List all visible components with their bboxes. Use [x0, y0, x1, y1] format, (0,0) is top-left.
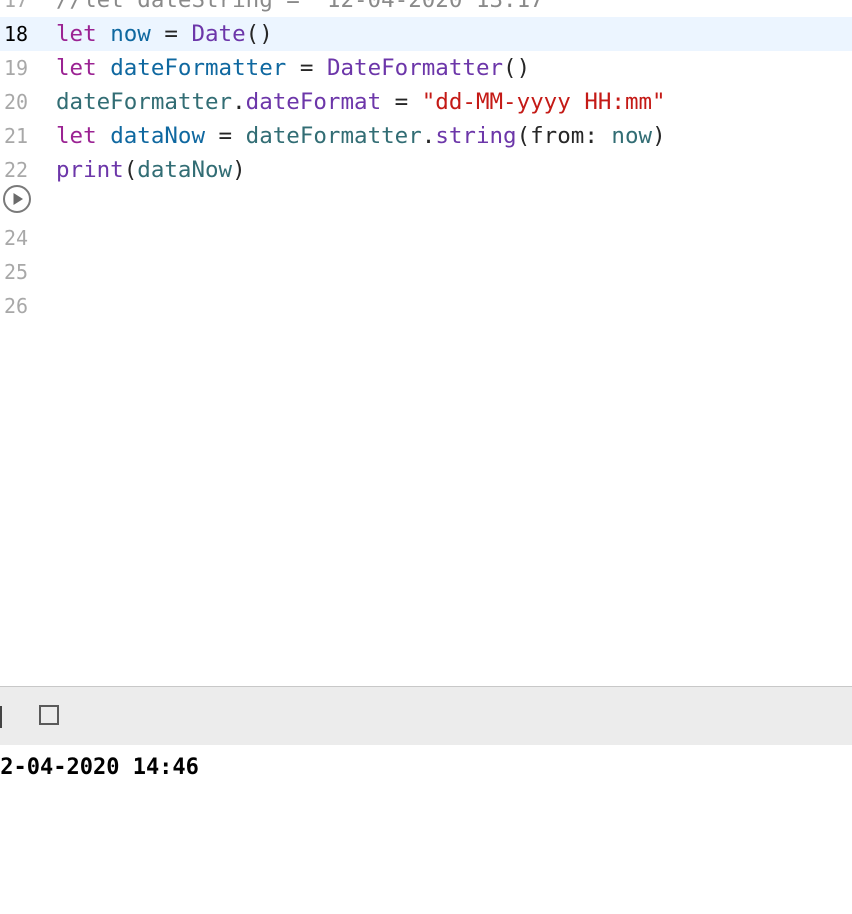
- code-token: =: [381, 89, 422, 115]
- console-output-text: 12-04-2020 14:46: [0, 755, 199, 780]
- code-token: dataNow: [137, 157, 233, 183]
- code-line[interactable]: 25: [0, 255, 852, 289]
- line-number: 24: [4, 226, 29, 250]
- code-line[interactable]: 17 //let dateString = "12-04-2020 13:17": [0, 0, 852, 17]
- code-token: dateFormat: [245, 89, 382, 115]
- line-number: 22: [4, 158, 29, 182]
- line-number: 18: [4, 22, 29, 46]
- code-line[interactable]: [0, 187, 852, 221]
- toolbar-divider: [0, 706, 2, 728]
- code-token: dataNow: [110, 123, 206, 149]
- code-token: let: [56, 123, 97, 149]
- code-token: .: [421, 123, 436, 149]
- code-text: dateFormatter.dateFormat = "dd-MM-yyyy H…: [56, 85, 666, 119]
- code-line[interactable]: 22 print(dataNow): [0, 153, 852, 187]
- code-text: let dataNow = dateFormatter.string(from:…: [56, 119, 666, 153]
- code-token: Date: [191, 21, 246, 47]
- code-token: (: [123, 157, 138, 183]
- code-token: (): [503, 55, 531, 81]
- code-token: (): [245, 21, 273, 47]
- code-token: =: [205, 123, 246, 149]
- code-token: now: [110, 21, 151, 47]
- code-token: (from:: [516, 123, 612, 149]
- code-token: ): [232, 157, 246, 183]
- line-number: 19: [4, 56, 29, 80]
- play-circle-icon: [3, 185, 31, 213]
- line-number: 21: [4, 124, 29, 148]
- code-line[interactable]: 21 let dataNow = dateFormatter.string(fro…: [0, 119, 852, 153]
- code-text: let dateFormatter = DateFormatter(): [56, 51, 530, 85]
- code-text: //let dateString = "12-04-2020 13:17": [56, 0, 557, 17]
- console-area[interactable]: 12-04-2020 14:46: [0, 745, 852, 914]
- code-token: now: [611, 123, 653, 149]
- code-line[interactable]: 20 dateFormatter.dateFormat = "dd-MM-yyyy…: [0, 85, 852, 119]
- code-token: ): [652, 123, 666, 149]
- code-token: let: [56, 21, 97, 47]
- line-number: 26: [4, 294, 29, 318]
- code-token: "dd-MM-yyyy HH:mm": [421, 89, 666, 115]
- line-number: 25: [4, 260, 29, 284]
- code-token: dateFormatter: [110, 55, 287, 81]
- code-line[interactable]: 24: [0, 221, 852, 255]
- code-text: let now = Date(): [56, 17, 273, 51]
- code-token: //let dateString = "12-04-2020 13:17": [56, 0, 558, 13]
- code-token: =: [286, 55, 327, 81]
- code-line[interactable]: 18 let now = Date(): [0, 17, 852, 51]
- code-editor[interactable]: 17//let dateString = "12-04-2020 13:17" 1…: [0, 0, 852, 686]
- line-number: 20: [4, 90, 29, 114]
- code-token: print: [56, 157, 124, 183]
- console-toggle-button[interactable]: [39, 705, 59, 725]
- code-token: string: [435, 123, 517, 149]
- code-line[interactable]: 19 let dateFormatter = DateFormatter(): [0, 51, 852, 85]
- code-token: dateFormatter: [245, 123, 422, 149]
- code-token: DateFormatter: [326, 55, 504, 81]
- debug-toolbar: [0, 686, 852, 746]
- line-number: 17: [4, 0, 29, 12]
- code-token: .: [232, 89, 246, 115]
- run-button[interactable]: [2, 184, 32, 214]
- code-token: =: [150, 21, 192, 47]
- code-token: dateFormatter: [56, 89, 233, 115]
- code-token: let: [56, 55, 97, 81]
- code-line[interactable]: 26: [0, 289, 852, 323]
- code-text: print(dataNow): [56, 153, 246, 187]
